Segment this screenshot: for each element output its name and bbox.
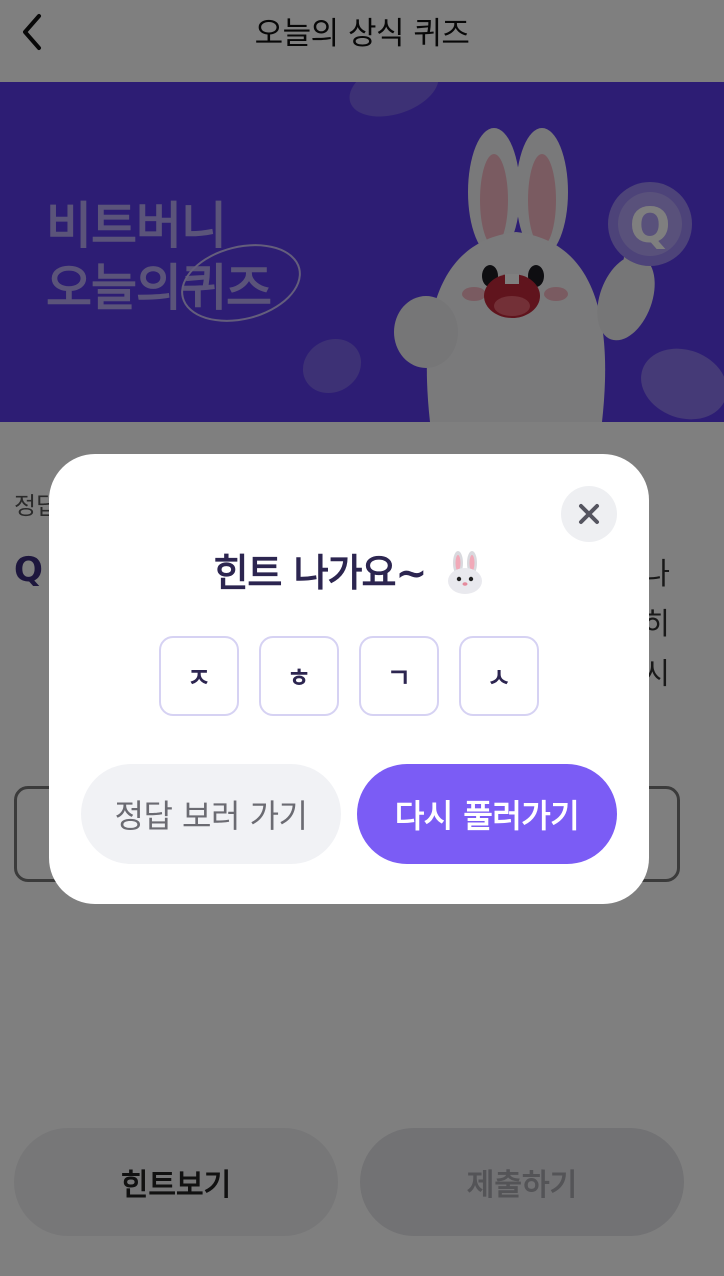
hint-letter-box: ㅎ bbox=[259, 636, 339, 716]
rabbit-face-icon bbox=[447, 550, 482, 594]
hint-modal: 힌트 나가요~ ㅈ ㅎ ㄱ ㅅ 정답 보러 가기 다시 풀러가기 bbox=[49, 454, 649, 904]
hint-letter-box: ㅈ bbox=[159, 636, 239, 716]
modal-title: 힌트 나가요~ bbox=[49, 542, 649, 597]
hint-letter-box: ㄱ bbox=[359, 636, 439, 716]
close-button[interactable] bbox=[561, 486, 617, 542]
view-answer-button[interactable]: 정답 보러 가기 bbox=[81, 764, 341, 864]
retry-button[interactable]: 다시 풀러가기 bbox=[357, 764, 617, 864]
hint-letter-box: ㅅ bbox=[459, 636, 539, 716]
close-icon bbox=[579, 504, 599, 524]
hint-letters: ㅈ ㅎ ㄱ ㅅ bbox=[159, 636, 539, 716]
modal-title-text: 힌트 나가요~ bbox=[213, 551, 427, 595]
quiz-page: 오늘의 상식 퀴즈 비트버니 오늘의퀴즈 bbox=[0, 0, 724, 1276]
